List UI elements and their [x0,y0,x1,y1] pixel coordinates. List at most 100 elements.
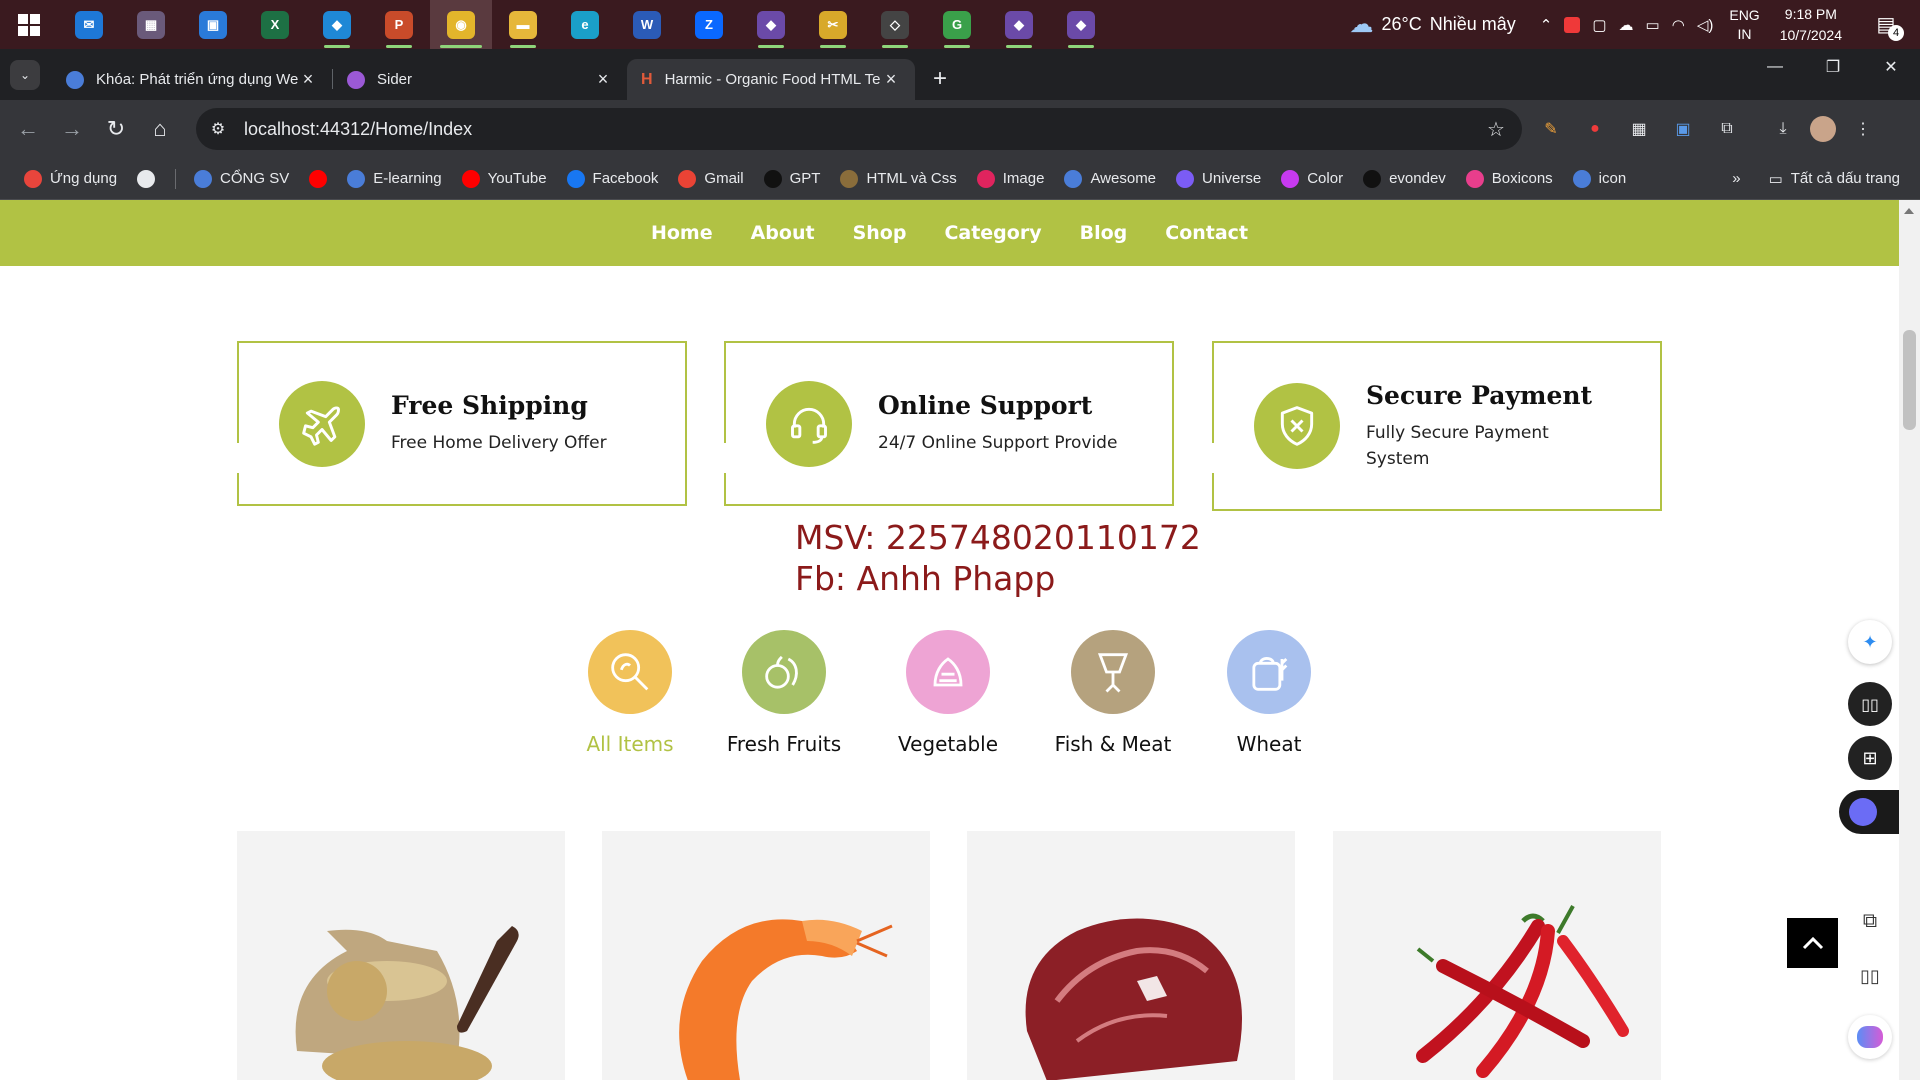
chrome-app[interactable]: ◉ [430,0,492,49]
puzzle-icon[interactable]: ⧉ [1710,112,1744,146]
category-fresh-fruits[interactable]: Fresh Fruits [704,630,864,756]
product-card-beef[interactable] [967,831,1295,1080]
vspreview2-app[interactable]: ◆ [1050,0,1112,49]
avatar[interactable] [1810,116,1836,142]
site-info-icon[interactable]: ⚙ [200,111,236,147]
bookmark-item[interactable]: Color [1281,169,1343,188]
all-bookmarks-button[interactable]: ▭ Tất cả dấu trang [1769,170,1900,188]
book-widget[interactable]: ▯▯ [1848,682,1892,726]
bookmark-item[interactable]: Boxicons [1465,169,1553,188]
category-all-items[interactable]: All Items [550,630,710,756]
bookmark-item[interactable]: E-learning [347,169,442,188]
vscode-app[interactable]: ◆ [306,0,368,49]
vivaldi-tray-icon[interactable] [1564,16,1581,33]
bookmark-item[interactable]: Gmail [678,169,744,188]
nav-link-about[interactable]: About [751,222,815,244]
close-icon[interactable]: × [298,69,318,90]
bookmark-item[interactable]: Awesome [1064,169,1156,188]
close-icon[interactable]: × [593,69,613,90]
back-button[interactable]: ← [6,109,50,149]
word-app[interactable]: W [616,0,678,49]
download-icon[interactable]: ⤓ [1766,112,1800,146]
store-app[interactable]: ▣ [182,0,244,49]
visualstudio-app[interactable]: ◆ [740,0,802,49]
onedrive-icon[interactable]: ☁ [1619,16,1634,34]
red-extension-icon[interactable]: ● [1578,112,1612,146]
window-close-button[interactable]: ✕ [1862,49,1920,85]
url-text[interactable]: localhost:44312/Home/Index [244,119,1476,140]
bookmark-item[interactable]: HTML và Css [840,169,957,188]
back-to-top-button[interactable] [1787,918,1838,968]
volume-icon[interactable]: ◁) [1697,16,1714,34]
bookmark-item[interactable]: Facebook [566,169,658,188]
sparkle-drop-widget[interactable]: ✦ [1848,620,1892,664]
chevron-up-icon[interactable]: ⌃ [1540,16,1553,34]
meet-icon[interactable]: ▢ [1592,16,1606,34]
scrollbar-thumb[interactable] [1903,330,1916,430]
new-tab-button[interactable]: + [923,62,957,96]
powerpoint-app[interactable]: P [368,0,430,49]
product-card-chili[interactable] [1333,831,1661,1080]
translate-widget[interactable]: ⧉ [1848,898,1892,942]
product-card-grain[interactable] [237,831,565,1080]
more-menu-icon[interactable]: ⋮ [1846,112,1880,146]
notification-center-button[interactable]: ▤ 4 [1868,7,1904,43]
home-button[interactable]: ⌂ [138,109,182,149]
category-vegetable[interactable]: Vegetable [868,630,1028,756]
tab-sider[interactable]: Sider × [333,59,627,100]
tab-harmic[interactable]: H Harmic - Organic Food HTML Te × [627,59,915,100]
sider-launcher[interactable] [1839,790,1899,834]
git-app[interactable]: ◇ [864,0,926,49]
bookmark-item[interactable]: CỔNG SV [194,169,289,188]
bookmark-item[interactable]: evondev [1363,169,1446,188]
address-bar[interactable]: ⚙ localhost:44312/Home/Index ☆ [196,108,1522,150]
reader-widget[interactable]: ▯▯ [1848,954,1892,998]
zalo-app[interactable]: Z [678,0,740,49]
edge-app[interactable]: e [554,0,616,49]
tab-search-button[interactable]: ⌄ [10,60,40,90]
category-wheat[interactable]: Wheat [1189,630,1349,756]
tab-course[interactable]: Khóa: Phát triển ứng dụng Web × [52,59,332,100]
nav-link-category[interactable]: Category [944,222,1041,244]
nav-link-shop[interactable]: Shop [853,222,907,244]
bookmark-item[interactable] [137,169,156,188]
product-card-shrimp[interactable] [602,831,930,1080]
pen-extension-icon[interactable]: ✎ [1534,112,1568,146]
chevron-double-right-icon[interactable]: » [1732,170,1740,187]
weather-widget[interactable]: ☁ 26°C Nhiều mây [1350,10,1516,39]
page-scrollbar[interactable] [1899,200,1920,1080]
forward-button[interactable]: → [50,109,94,149]
remote-app[interactable]: ▦ [120,0,182,49]
nav-link-home[interactable]: Home [651,222,713,244]
bookmark-item[interactable]: YouTube [461,169,547,188]
nav-link-blog[interactable]: Blog [1080,222,1128,244]
minimize-button[interactable]: — [1746,49,1804,85]
translate-extension-icon[interactable]: ▣ [1666,112,1700,146]
apps-widget[interactable]: ⊞ [1848,736,1892,780]
battery-icon[interactable]: ▭ [1646,16,1660,34]
bookmark-item[interactable]: Image [976,169,1044,188]
windows-start-button[interactable] [0,0,58,49]
bookmark-item[interactable]: Ứng dụng [24,169,117,188]
reload-button[interactable]: ↻ [94,109,138,149]
brain-widget[interactable] [1848,1015,1892,1059]
snipping-app[interactable]: ✂ [802,0,864,49]
mail-app[interactable]: ✉ [58,0,120,49]
close-icon[interactable]: × [881,69,901,90]
category-fish-meat[interactable]: Fish & Meat [1033,630,1193,756]
scroll-up-icon[interactable] [1904,208,1914,214]
vspreview-app[interactable]: ◆ [988,0,1050,49]
clock[interactable]: 9:18 PM 10/7/2024 [1780,4,1842,46]
bookmark-item[interactable]: Universe [1176,169,1261,188]
table-extension-icon[interactable]: ▦ [1622,112,1656,146]
wifi-icon[interactable]: ◠ [1672,16,1685,34]
greenapp-app[interactable]: G [926,0,988,49]
explorer-app[interactable]: ▬ [492,0,554,49]
nav-link-contact[interactable]: Contact [1165,222,1248,244]
bookmark-item[interactable]: icon [1572,169,1626,188]
restore-button[interactable]: ❐ [1804,49,1862,85]
bookmark-item[interactable]: GPT [763,169,820,188]
language-indicator[interactable]: ENG IN [1729,6,1759,44]
star-icon[interactable]: ☆ [1476,117,1516,142]
bookmark-item[interactable] [309,169,328,188]
